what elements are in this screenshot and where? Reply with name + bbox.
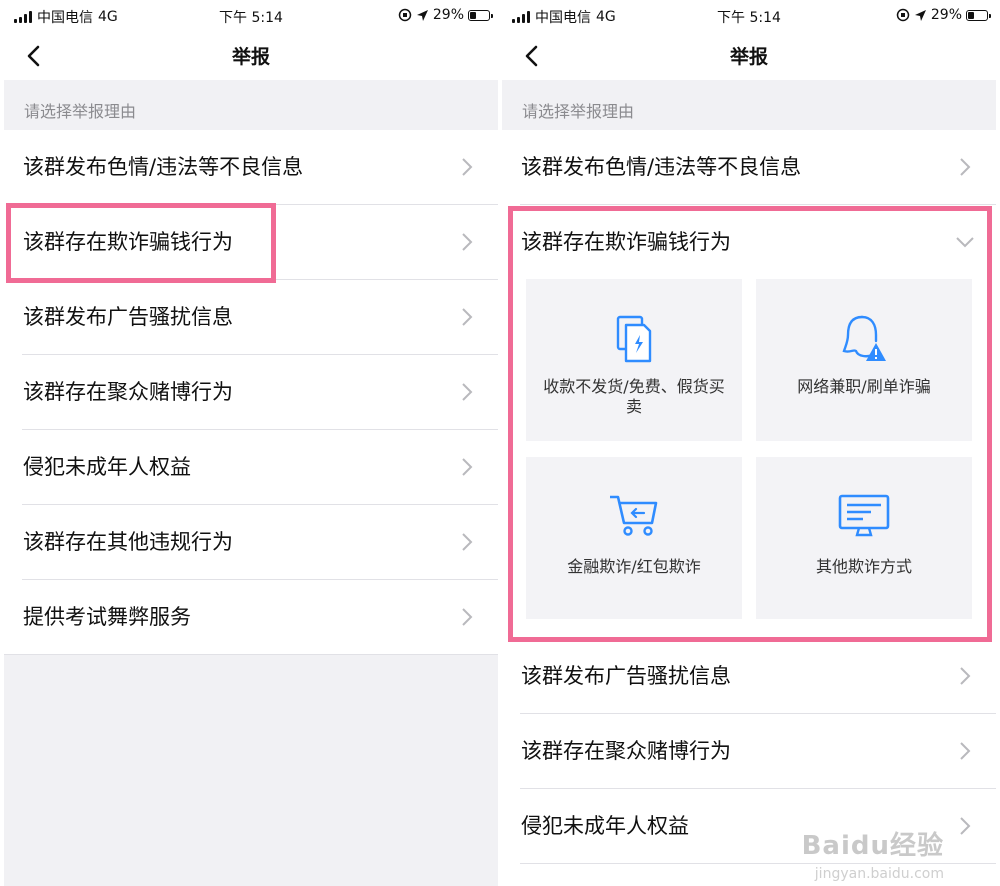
list-item[interactable]: 该群发布广告骚扰信息 [520, 639, 996, 714]
list-item[interactable]: 该群发布色情/违法等不良信息 [520, 130, 996, 205]
fraud-card-label: 金融欺诈/红包欺诈 [567, 557, 701, 576]
list-item-label: 该群存在聚众赌博行为 [521, 739, 731, 763]
fraud-card-finance[interactable]: 金融欺诈/红包欺诈 [526, 457, 742, 619]
list-item-label: 该群存在其他违规行为 [23, 530, 233, 554]
page-title: 举报 [729, 46, 768, 68]
status-bar: 中国电信 4G 下午 5:14 29% [4, 0, 498, 32]
chevron-right-icon [462, 383, 473, 401]
chevron-right-icon [462, 608, 473, 626]
watermark-url: jingyan.baidu.com [814, 866, 944, 882]
report-reason-list: 该群发布色情/违法等不良信息 该群存在欺诈骗钱行为 收款不发货/免费、假货买卖 … [502, 130, 996, 864]
status-bar: 中国电信 4G 下午 5:14 29% [502, 0, 996, 32]
list-item-label: 该群存在欺诈骗钱行为 [23, 230, 233, 254]
location-arrow-icon [914, 9, 926, 21]
list-item[interactable]: 该群发布广告骚扰信息 [22, 280, 498, 355]
orientation-lock-icon [896, 8, 910, 22]
chevron-right-icon [462, 308, 473, 326]
battery-percent: 29% [432, 7, 464, 23]
list-item-label: 侵犯未成年人权益 [23, 455, 191, 479]
list-item[interactable]: 侵犯未成年人权益 [22, 430, 498, 505]
battery-icon [468, 9, 493, 21]
report-reason-list: 该群发布色情/违法等不良信息 该群存在欺诈骗钱行为 该群发布广告骚扰信息 该群存… [4, 130, 498, 655]
list-item[interactable]: 该群存在欺诈骗钱行为 [22, 205, 498, 280]
list-item[interactable]: 该群发布色情/违法等不良信息 [22, 130, 498, 205]
chevron-down-icon [956, 237, 974, 248]
fraud-card-goods[interactable]: 收款不发货/免费、假货买卖 [526, 279, 742, 441]
nav-bar: 举报 [4, 32, 498, 80]
page-title: 举报 [231, 46, 270, 68]
list-item-label: 提供考试舞弊服务 [23, 605, 191, 629]
report-screen-expanded: 中国电信 4G 下午 5:14 29% 举报 请选择举报理由 该群发布色情/违法… [502, 0, 996, 886]
list-item[interactable]: 该群存在聚众赌博行为 [520, 714, 996, 789]
location-arrow-icon [416, 9, 428, 21]
chevron-right-icon [960, 158, 971, 176]
chevron-right-icon [960, 742, 971, 760]
fraud-card-label: 收款不发货/免费、假货买卖 [543, 377, 725, 416]
list-item[interactable]: 提供考试舞弊服务 [4, 580, 498, 655]
list-item-label: 该群发布色情/违法等不良信息 [521, 155, 802, 179]
list-item-label: 该群存在欺诈骗钱行为 [521, 230, 731, 254]
chevron-right-icon [462, 158, 473, 176]
list-item-label: 该群存在聚众赌博行为 [23, 380, 233, 404]
chevron-right-icon [462, 233, 473, 251]
fraud-card-label: 网络兼职/刷单诈骗 [797, 377, 931, 396]
section-header: 请选择举报理由 [502, 80, 996, 130]
list-item-label: 该群发布广告骚扰信息 [521, 664, 731, 688]
fraud-card-parttime[interactable]: 网络兼职/刷单诈骗 [756, 279, 972, 441]
list-item-label: 该群发布广告骚扰信息 [23, 305, 233, 329]
document-lightning-icon [616, 315, 652, 363]
chevron-right-icon [462, 533, 473, 551]
shopping-cart-icon [610, 495, 658, 536]
orientation-lock-icon [398, 8, 412, 22]
list-item[interactable]: 该群存在其他违规行为 [22, 505, 498, 580]
chevron-right-icon [462, 458, 473, 476]
expanded-row-header[interactable]: 该群存在欺诈骗钱行为 [520, 205, 996, 279]
monitor-icon [838, 494, 890, 537]
list-item-label: 侵犯未成年人权益 [521, 814, 689, 838]
fraud-card-other[interactable]: 其他欺诈方式 [756, 457, 972, 619]
expanded-fraud-section: 该群存在欺诈骗钱行为 收款不发货/免费、假货买卖 网络兼职/刷单诈骗 金融欺诈/… [502, 205, 996, 639]
fraud-card-label: 其他欺诈方式 [815, 557, 912, 576]
battery-icon [966, 9, 991, 21]
battery-percent: 29% [930, 7, 962, 23]
nav-bar: 举报 [502, 32, 996, 80]
screenshot-root: 中国电信 4G 下午 5:14 29% 举报 请选择举报理由 该群发布色情/违法… [0, 0, 1000, 886]
list-item[interactable]: 该群存在聚众赌博行为 [22, 355, 498, 430]
empty-area [4, 655, 498, 886]
watermark-logo: Baidu经验 [801, 831, 944, 861]
list-item-label: 该群发布色情/违法等不良信息 [23, 155, 304, 179]
person-warning-icon [842, 315, 886, 361]
chevron-right-icon [960, 817, 971, 835]
chevron-right-icon [960, 667, 971, 685]
report-screen-collapsed: 中国电信 4G 下午 5:14 29% 举报 请选择举报理由 该群发布色情/违法… [4, 0, 498, 886]
section-header: 请选择举报理由 [4, 80, 498, 130]
